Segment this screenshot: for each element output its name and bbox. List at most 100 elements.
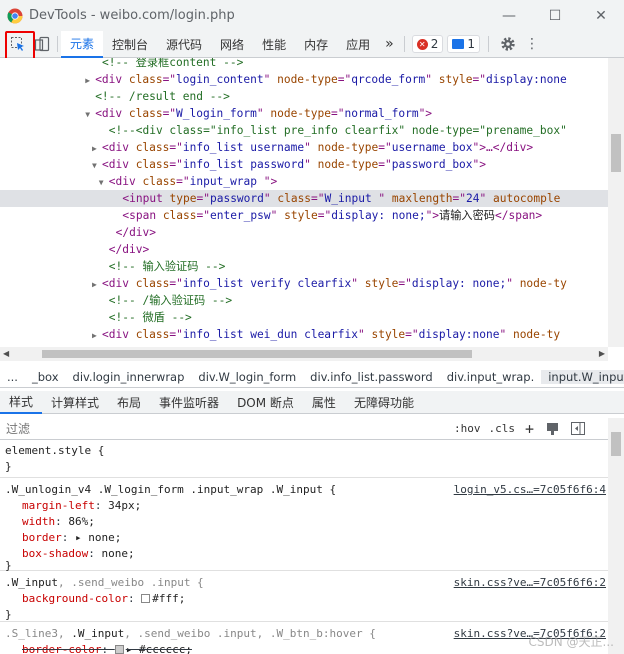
dom-node[interactable]: <span class="enter_psw" style="display: … [0,207,608,224]
scrollbar-thumb[interactable] [611,432,621,456]
breadcrumb-item[interactable]: _box [25,370,66,384]
tab-layout[interactable]: 布局 [108,391,150,414]
property-value[interactable]: ▸ none; [75,531,121,544]
tab-memory[interactable]: 内存 [295,31,337,57]
expand-triangle-icon[interactable]: ▶ [85,72,95,89]
rule-selector[interactable]: .W_unlogin_v4 .W_login_form .input_wrap … [5,482,336,498]
tab-accessibility[interactable]: 无障碍功能 [345,391,423,414]
dom-node[interactable]: ▶ <div class="info_list username" node-ty… [0,139,608,156]
color-swatch[interactable] [114,645,124,654]
dom-tree-panel[interactable]: <!-- 登录框content --> ▶ <div class="login_co… [0,58,608,347]
maximize-button[interactable]: ☐ [532,0,578,31]
error-icon: ✕ [416,38,428,50]
dom-tree-scrollbar[interactable] [608,58,624,347]
dom-token: <!--<div class="info_list pre_info clear… [108,124,567,137]
dom-node[interactable]: </div> [0,241,608,258]
rule-source-link[interactable]: skin.css?ve…=7c05f6f6:2 [454,575,606,591]
property-name[interactable]: border [22,531,62,544]
minimize-button[interactable]: — [486,0,532,31]
breadcrumb-overflow[interactable]: ... [0,370,25,384]
scrollbar-thumb[interactable] [42,350,472,358]
more-tabs-button[interactable]: » [379,31,400,57]
scrollbar-thumb[interactable] [611,134,621,172]
dom-node[interactable]: <!-- 微盾 --> [0,309,608,326]
error-count-badge[interactable]: ✕ 2 [411,35,444,53]
dom-node[interactable]: <!-- 登录框content --> [0,58,608,71]
property-name[interactable]: background-color [22,592,128,605]
dom-token: =" [452,192,467,205]
expand-triangle-icon[interactable]: ▶ [92,276,102,293]
style-property[interactable]: background-color: #fff; [22,591,185,607]
tab-application[interactable]: 应用 [337,31,379,57]
hover-state-toggle[interactable]: :hov [454,422,481,435]
dom-tree-horizontal-scrollbar[interactable]: ◀ ▶ [0,347,608,361]
tab-sources[interactable]: 源代码 [157,31,211,57]
inspect-element-button[interactable] [6,32,30,56]
tab-network[interactable]: 网络 [211,31,253,57]
property-name[interactable]: border-color [22,643,101,654]
dom-node[interactable]: ▼ <div class="info_list password" node-ty… [0,156,608,173]
style-property[interactable]: width: 86%; [22,514,95,530]
class-toggle[interactable]: .cls [489,422,516,435]
new-style-rule-button[interactable]: + [525,420,534,438]
tab-event-listeners[interactable]: 事件监听器 [150,391,228,414]
collapse-triangle-icon[interactable]: ▼ [99,174,109,191]
paint-bucket-icon[interactable] [546,422,559,435]
tab-dom-breakpoints[interactable]: DOM 断点 [228,391,303,414]
collapse-triangle-icon[interactable]: ▼ [85,106,95,123]
dom-node[interactable]: ▶ <div class="info_list verify clearfix" … [0,275,608,292]
styles-filter-input[interactable] [6,421,446,436]
dom-node[interactable]: ▶ <div class="login_content" node-type="q… [0,71,608,88]
breadcrumb-item[interactable]: div.W_login_form [191,370,303,384]
customize-menu-button[interactable]: ⋮ [520,32,544,56]
dom-node[interactable]: <!-- 输入验证码 --> [0,258,608,275]
styles-pane[interactable]: element.style { } .W_unlogin_v4 .W_login… [0,441,608,654]
property-value[interactable]: 34px; [108,499,141,512]
property-value[interactable]: 86%; [68,515,95,528]
tab-elements[interactable]: 元素 [61,30,104,58]
style-property[interactable]: border: ▸ none; [22,530,121,546]
tab-console[interactable]: 控制台 [103,31,157,57]
property-value[interactable]: ▸ #cccccc; [126,643,192,654]
device-toolbar-button[interactable] [30,32,54,56]
expand-triangle-icon[interactable]: ▶ [92,327,102,344]
tab-styles[interactable]: 样式 [0,391,43,414]
property-name[interactable]: box-shadow [22,547,88,560]
dom-node[interactable]: ▼ <div class="input_wrap "> [0,173,608,190]
dom-token: node-ty [519,277,567,290]
rule-selector[interactable]: .S_line3, .W_input, .send_weibo .input, … [5,626,376,642]
dom-node-selected[interactable]: <input type="password" class="W_input " … [0,190,608,207]
property-name[interactable]: margin-left [22,499,95,512]
rule-selector[interactable]: element.style { [5,443,104,459]
breadcrumb-item[interactable]: div.input_wrap. [440,370,542,384]
dom-node[interactable]: <!--<div class="info_list pre_info clear… [0,122,608,139]
dom-node[interactable]: </div> [0,224,608,241]
breadcrumb-item[interactable]: div.info_list.password [303,370,440,384]
color-swatch[interactable] [141,594,151,603]
rule-selector[interactable]: .W_input, .send_weibo .input { [5,575,204,591]
property-value[interactable]: none; [101,547,134,560]
toggle-sidebar-icon[interactable] [571,422,586,435]
dom-node[interactable]: ▶ <div class="info_list wei_dun clearfix"… [0,326,608,343]
property-value[interactable]: #fff; [152,592,185,605]
style-property-overridden[interactable]: border-color: ▸ #cccccc; [22,642,192,654]
breadcrumb-item[interactable]: div.login_innerwrap [66,370,192,384]
dom-node[interactable]: <!-- /result end --> [0,88,608,105]
close-button[interactable]: ✕ [578,0,624,31]
tab-properties[interactable]: 属性 [303,391,345,414]
settings-button[interactable] [496,32,520,56]
rule-source-link[interactable]: login_v5.cs…=7c05f6f6:4 [454,482,606,498]
expand-triangle-icon[interactable]: ▶ [92,140,102,157]
collapse-triangle-icon[interactable]: ▼ [92,157,102,174]
dom-node[interactable]: ▼ <div class="W_login_form" node-type="no… [0,105,608,122]
style-property[interactable]: margin-left: 34px; [22,498,141,514]
style-property[interactable]: box-shadow: none; [22,546,135,562]
dom-node[interactable]: <!-- /输入验证码 --> [0,292,608,309]
dom-token: <div [108,175,143,188]
tab-performance[interactable]: 性能 [253,31,295,57]
breadcrumb-item-selected[interactable]: input.W_input. [541,369,624,384]
tab-computed[interactable]: 计算样式 [42,391,108,414]
message-count-badge[interactable]: 1 [447,35,480,53]
styles-scrollbar[interactable] [608,418,624,654]
property-name[interactable]: width [22,515,55,528]
